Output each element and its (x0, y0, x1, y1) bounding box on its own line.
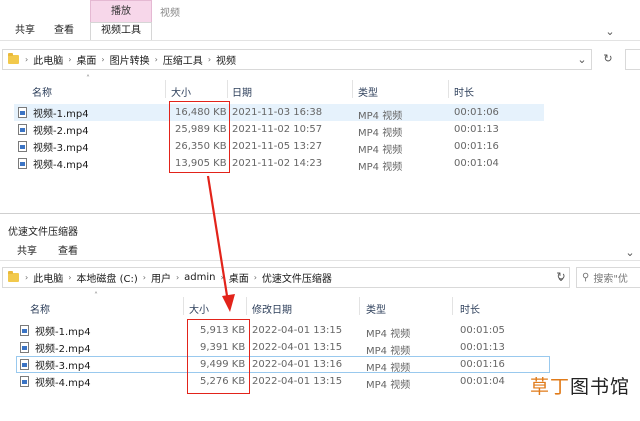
arrow-shaft (206, 175, 230, 303)
annotation-arrow (206, 175, 235, 312)
watermark-accent: 草丁 (529, 376, 570, 398)
watermark-rest: 图书馆 (569, 376, 630, 398)
arrow-head (222, 294, 235, 312)
watermark: 草丁图书馆 (530, 372, 630, 399)
